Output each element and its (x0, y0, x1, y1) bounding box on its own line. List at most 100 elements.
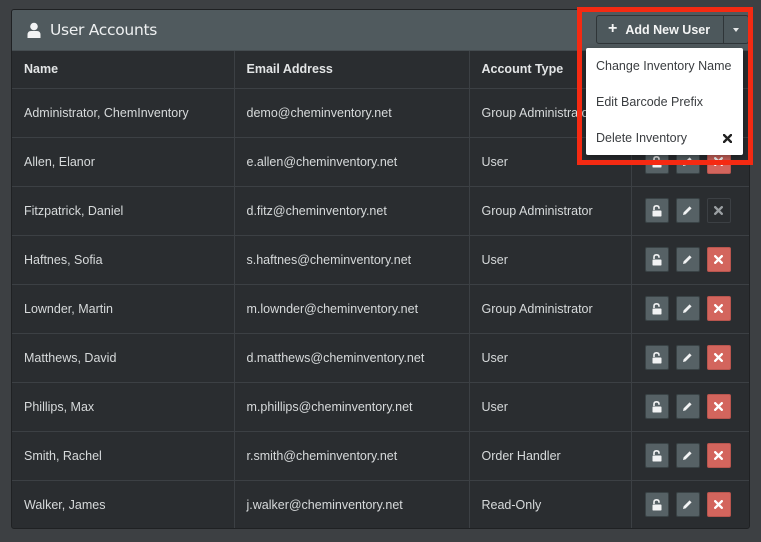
column-header-email[interactable]: Email Address (234, 51, 470, 89)
unlock-icon (652, 204, 662, 217)
edit-button[interactable] (675, 394, 700, 419)
delete-icon (714, 304, 723, 313)
table-row: Matthews, David d.matthews@cheminventory.… (12, 333, 749, 383)
user-account-type: Group Administrator (469, 186, 632, 236)
user-icon (27, 22, 41, 38)
user-account-type: Group Administrator (469, 284, 632, 334)
user-email: m.phillips@cheminventory.net (234, 382, 470, 432)
table-row: Haftnes, Sofia s.haftnes@cheminventory.ne… (12, 235, 749, 285)
menu-item-delete-inventory[interactable]: Delete Inventory (586, 120, 743, 156)
user-name: Phillips, Max (12, 382, 235, 432)
pencil-icon (682, 254, 693, 265)
table-row: Walker, James j.walker@cheminventory.net R… (12, 480, 749, 528)
delete-icon (714, 157, 723, 166)
user-account-type: User (469, 333, 632, 383)
user-name: Lownder, Martin (12, 284, 235, 334)
user-email: demo@cheminventory.net (234, 88, 470, 138)
menu-item-label: Delete Inventory (596, 131, 688, 145)
edit-button[interactable] (675, 296, 700, 321)
delete-icon (714, 206, 723, 215)
delete-button-disabled (706, 198, 731, 223)
row-actions (631, 431, 749, 481)
unlock-button[interactable] (644, 296, 669, 321)
inventory-dropdown-menu: Change Inventory Name Edit Barcode Prefi… (586, 48, 743, 155)
unlock-button[interactable] (644, 443, 669, 468)
delete-icon (714, 255, 723, 264)
add-new-user-button[interactable]: + Add New User (596, 15, 725, 44)
row-actions (631, 186, 749, 236)
unlock-icon (652, 449, 662, 462)
user-name: Fitzpatrick, Daniel (12, 186, 235, 236)
table-row: Smith, Rachel r.smith@cheminventory.net Or… (12, 431, 749, 481)
user-name: Administrator, ChemInventory (12, 88, 235, 138)
dropdown-toggle-button[interactable] (724, 15, 750, 44)
delete-button[interactable] (706, 247, 731, 272)
edit-button[interactable] (675, 198, 700, 223)
delete-icon (714, 353, 723, 362)
delete-button[interactable] (706, 394, 731, 419)
unlock-button[interactable] (644, 394, 669, 419)
row-actions (631, 235, 749, 285)
unlock-icon (652, 351, 662, 364)
row-actions (631, 382, 749, 432)
delete-button[interactable] (706, 443, 731, 468)
row-actions (631, 284, 749, 334)
unlock-icon (652, 253, 662, 266)
edit-button[interactable] (675, 443, 700, 468)
delete-button[interactable] (706, 296, 731, 321)
unlock-button[interactable] (644, 247, 669, 272)
user-account-type: Order Handler (469, 431, 632, 481)
menu-item-label: Edit Barcode Prefix (596, 95, 703, 109)
user-name: Allen, Elanor (12, 137, 235, 187)
pencil-icon (682, 205, 693, 216)
column-header-name[interactable]: Name (12, 51, 235, 89)
user-email: d.fitz@cheminventory.net (234, 186, 470, 236)
unlock-button[interactable] (644, 198, 669, 223)
row-actions (631, 480, 749, 528)
menu-item-edit-barcode-prefix[interactable]: Edit Barcode Prefix (586, 84, 743, 120)
unlock-button[interactable] (644, 492, 669, 517)
user-name: Smith, Rachel (12, 431, 235, 481)
pencil-icon (682, 499, 693, 510)
pencil-icon (682, 303, 693, 314)
user-name: Matthews, David (12, 333, 235, 383)
plus-icon: + (608, 19, 618, 37)
delete-button[interactable] (706, 345, 731, 370)
user-name: Haftnes, Sofia (12, 235, 235, 285)
user-email: j.walker@cheminventory.net (234, 480, 470, 528)
user-account-type: User (469, 382, 632, 432)
unlock-icon (652, 400, 662, 413)
delete-icon (714, 402, 723, 411)
unlock-icon (652, 155, 662, 168)
unlock-icon (652, 302, 662, 315)
pencil-icon (682, 401, 693, 412)
add-new-user-label: Add New User (625, 22, 711, 37)
row-actions (631, 333, 749, 383)
user-email: s.haftnes@cheminventory.net (234, 235, 470, 285)
delete-icon (714, 500, 723, 509)
table-row: Phillips, Max m.phillips@cheminventory.ne… (12, 382, 749, 432)
unlock-icon (652, 498, 662, 511)
delete-button[interactable] (706, 492, 731, 517)
table-row: Fitzpatrick, Daniel d.fitz@cheminventory.… (12, 186, 749, 236)
pencil-icon (682, 156, 693, 167)
pencil-icon (682, 352, 693, 363)
user-name: Walker, James (12, 480, 235, 528)
user-email: r.smith@cheminventory.net (234, 431, 470, 481)
menu-item-change-inventory-name[interactable]: Change Inventory Name (586, 48, 743, 84)
user-account-type: Read-Only (469, 480, 632, 528)
edit-button[interactable] (675, 492, 700, 517)
panel-title: User Accounts (50, 21, 158, 39)
user-email: e.allen@cheminventory.net (234, 137, 470, 187)
caret-down-icon (733, 27, 740, 32)
unlock-button[interactable] (644, 345, 669, 370)
user-email: d.matthews@cheminventory.net (234, 333, 470, 383)
pencil-icon (682, 450, 693, 461)
close-icon (723, 133, 732, 143)
user-email: m.lownder@cheminventory.net (234, 284, 470, 334)
edit-button[interactable] (675, 345, 700, 370)
table-row: Lownder, Martin m.lownder@cheminventory.n… (12, 284, 749, 334)
add-user-button-group: + Add New User (596, 15, 750, 44)
menu-item-label: Change Inventory Name (596, 59, 732, 73)
edit-button[interactable] (675, 247, 700, 272)
